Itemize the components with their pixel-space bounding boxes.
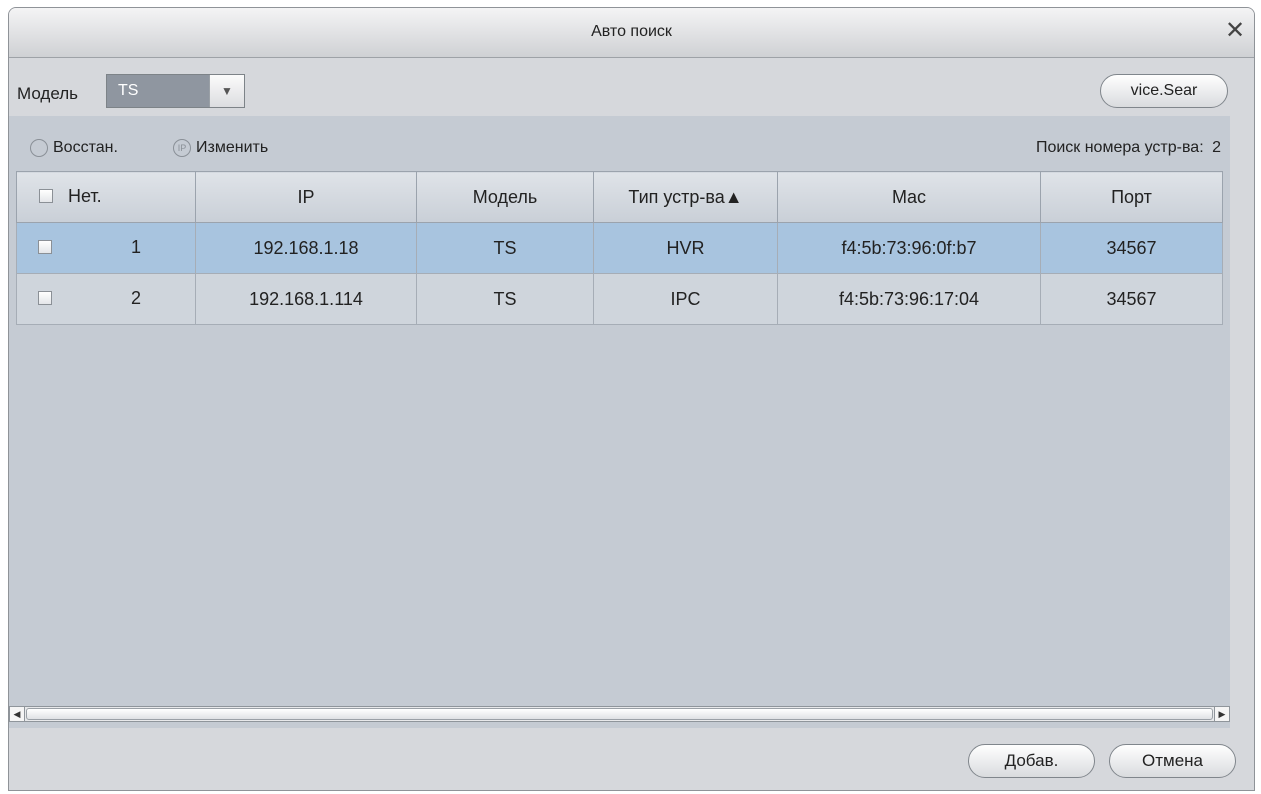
cell-port: 34567: [1040, 273, 1223, 325]
table-row[interactable]: 1 192.168.1.18 TS HVR f4:5b:73:96:0f:b7 …: [16, 222, 1223, 274]
cell-mac: f4:5b:73:96:17:04: [777, 273, 1041, 325]
model-label: Модель: [17, 84, 79, 103]
devices-table: Нет. IP Модель Тип устр-ва▲ Mac Порт 1 1…: [16, 171, 1223, 325]
scroll-thumb[interactable]: [26, 708, 1213, 720]
cell-mac: f4:5b:73:96:0f:b7: [777, 222, 1041, 274]
dropdown-button[interactable]: ▼: [209, 75, 244, 107]
close-icon[interactable]: ✕: [1222, 18, 1248, 44]
column-header-no-label: Нет.: [68, 186, 102, 206]
cell-model: TS: [416, 222, 594, 274]
row-number: 1: [130, 237, 141, 257]
chevron-down-icon: ▼: [221, 84, 233, 98]
column-header-port[interactable]: Порт: [1040, 171, 1223, 223]
cell-model: TS: [416, 273, 594, 325]
column-header-type[interactable]: Тип устр-ва▲: [593, 171, 778, 223]
table-row[interactable]: 2 192.168.1.114 TS IPC f4:5b:73:96:17:04…: [16, 273, 1223, 325]
column-header-mac[interactable]: Mac: [777, 171, 1041, 223]
model-select[interactable]: TS ▼: [106, 74, 245, 108]
cell-no: 2: [16, 273, 196, 325]
column-header-no[interactable]: Нет.: [16, 171, 196, 223]
ip-icon: IP: [173, 139, 191, 157]
cell-port: 34567: [1040, 222, 1223, 274]
results-panel: Восстан. IP Изменить Поиск номера устр-в…: [9, 116, 1230, 728]
model-select-value: TS: [107, 75, 209, 107]
cancel-button[interactable]: Отмена: [1109, 744, 1236, 778]
scroll-left-icon[interactable]: ◀: [10, 707, 25, 721]
title-bar: Авто поиск ✕: [9, 8, 1254, 58]
column-header-model[interactable]: Модель: [416, 171, 594, 223]
add-button[interactable]: Добав.: [968, 744, 1095, 778]
table-header-row: Нет. IP Модель Тип устр-ва▲ Mac Порт: [16, 171, 1223, 223]
restore-label: Восстан.: [53, 139, 118, 156]
modify-label: Изменить: [196, 139, 269, 156]
restore-icon: [30, 139, 48, 157]
modify-ip-button[interactable]: IP Изменить: [173, 139, 268, 157]
cell-ip: 192.168.1.18: [195, 222, 417, 274]
device-count: Поиск номера устр-ва: 2: [1036, 139, 1221, 157]
row-number: 2: [130, 288, 141, 308]
select-all-checkbox[interactable]: [39, 189, 53, 203]
scroll-right-icon[interactable]: ▶: [1214, 707, 1229, 721]
device-count-value: 2: [1212, 139, 1221, 156]
horizontal-scrollbar[interactable]: ◀ ▶: [9, 706, 1230, 722]
device-count-label: Поиск номера устр-ва:: [1035, 139, 1204, 156]
cell-no: 1: [16, 222, 196, 274]
cell-ip: 192.168.1.114: [195, 273, 417, 325]
dialog-title: Авто поиск: [591, 23, 672, 40]
device-search-button[interactable]: vice.Sear: [1100, 74, 1228, 108]
column-header-ip[interactable]: IP: [195, 171, 417, 223]
cell-type: IPC: [593, 273, 778, 325]
cell-type: HVR: [593, 222, 778, 274]
restore-button[interactable]: Восстан.: [30, 139, 118, 157]
